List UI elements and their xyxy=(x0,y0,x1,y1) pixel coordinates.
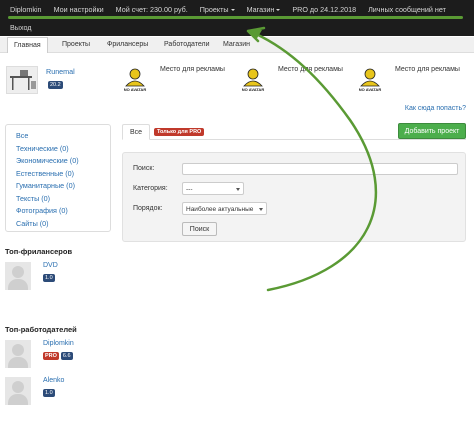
nav-shop-label: Магазин xyxy=(246,4,275,14)
nav-shop-dropdown[interactable]: Магазин xyxy=(247,5,281,14)
top-navbar-row2: Выход xyxy=(0,18,474,36)
search-label: Поиск: xyxy=(133,165,155,172)
rating-badge: 1.0 xyxy=(43,389,55,397)
order-select[interactable]: Наиболее актуальные xyxy=(182,202,267,215)
user-name-link[interactable]: Diplomkin xyxy=(43,340,74,347)
ad-slot[interactable]: NO AVATAR Место для рекламы xyxy=(240,64,350,98)
category-item[interactable]: Тексты (0) xyxy=(16,194,100,203)
avatar[interactable] xyxy=(5,340,31,368)
list-item: DVD 1.0 xyxy=(5,262,105,292)
featured-user-name[interactable]: Runemal xyxy=(46,67,75,76)
tab-home[interactable]: Главная xyxy=(7,37,48,53)
chevron-down-icon xyxy=(230,8,235,11)
nav-settings[interactable]: Мои настройки xyxy=(54,5,104,14)
ad-slot-text: Место для рекламы xyxy=(160,66,225,73)
nav-projects-dropdown[interactable]: Проекты xyxy=(200,5,235,14)
chevron-down-icon xyxy=(276,8,281,11)
main-menu: Главная Проекты Фрилансеры Работодатели … xyxy=(0,37,474,53)
nav-messages[interactable]: Личных сообщений нет xyxy=(368,5,446,14)
tab-employers[interactable]: Работодатели xyxy=(158,37,216,53)
category-item[interactable]: Все xyxy=(16,131,100,140)
tab-freelancers[interactable]: Фрилансеры xyxy=(101,37,154,53)
tab-projects[interactable]: Проекты xyxy=(56,37,96,53)
ad-row: Runemal 20.2 NO AVATAR Место для рекламы… xyxy=(0,64,474,104)
top-employers-title: Топ-работодателей xyxy=(5,325,77,334)
top-freelancers-title: Топ-фрилансеров xyxy=(5,247,73,256)
highlight-line xyxy=(8,16,463,19)
tab-shop[interactable]: Магазин xyxy=(217,37,256,53)
project-filter-panel: Поиск: Категория: --- Порядок: Наиболее … xyxy=(122,152,466,242)
category-item[interactable]: Гуманитарные (0) xyxy=(16,181,100,190)
category-item[interactable]: Фотография (0) xyxy=(16,206,100,215)
tab-pro-only[interactable]: Только для PRO xyxy=(154,128,205,136)
ad-slot[interactable]: NO AVATAR Место для рекламы xyxy=(122,64,232,98)
list-item: Alenko 1.0 xyxy=(5,377,105,407)
category-select-value: --- xyxy=(186,186,193,193)
order-select-value: Наиболее актуальные xyxy=(186,206,254,213)
no-avatar-text: NO AVATAR xyxy=(124,87,147,92)
tab-all[interactable]: Все xyxy=(122,124,151,140)
no-avatar-icon: NO AVATAR xyxy=(359,68,382,92)
avatar[interactable] xyxy=(5,377,31,405)
nav-user[interactable]: Diplomkin xyxy=(10,5,42,14)
category-label: Категория: xyxy=(133,185,168,192)
pro-badge: PRO xyxy=(43,352,59,360)
search-input[interactable] xyxy=(182,163,458,175)
avatar[interactable] xyxy=(5,262,31,290)
add-project-button[interactable]: Добавить проект xyxy=(398,123,466,139)
nav-projects-label: Проекты xyxy=(199,4,229,14)
featured-user-photo xyxy=(6,66,38,94)
category-item[interactable]: Технические (0) xyxy=(16,144,100,153)
category-item[interactable]: Экономические (0) xyxy=(16,156,100,165)
category-list: Все Технические (0) Экономические (0) Ес… xyxy=(5,124,111,232)
nav-pro-status[interactable]: PRO до 24.12.2018 xyxy=(292,5,356,14)
search-button[interactable]: Поиск xyxy=(182,222,217,236)
how-to-get-here-link[interactable]: Как сюда попасть? xyxy=(405,105,466,112)
ad-slot[interactable]: NO AVATAR Место для рекламы xyxy=(357,64,467,98)
rating-badge: 1.0 xyxy=(43,274,55,282)
no-avatar-icon: NO AVATAR xyxy=(124,68,147,92)
logout-link[interactable]: Выход xyxy=(10,23,32,32)
rating-badge: 20.2 xyxy=(48,81,63,89)
order-label: Порядок: xyxy=(133,205,163,212)
category-item[interactable]: Сайты (0) xyxy=(16,219,100,228)
nav-balance[interactable]: Мой счет: 230.00 руб. xyxy=(116,5,188,14)
no-avatar-icon: NO AVATAR xyxy=(242,68,265,92)
list-item: Diplomkin PRO 6.6 xyxy=(5,340,105,370)
ad-slot-text: Место для рекламы xyxy=(278,66,343,73)
no-avatar-text: NO AVATAR xyxy=(242,87,265,92)
category-item[interactable]: Естественные (0) xyxy=(16,169,100,178)
category-select[interactable]: --- xyxy=(182,182,244,195)
user-name-link[interactable]: DVD xyxy=(43,262,58,269)
no-avatar-text: NO AVATAR xyxy=(359,87,382,92)
rating-badge: 6.6 xyxy=(60,352,73,360)
user-name-link[interactable]: Alenko xyxy=(43,377,64,384)
ad-slot-text: Место для рекламы xyxy=(395,66,460,73)
desk-image-icon xyxy=(10,70,36,90)
